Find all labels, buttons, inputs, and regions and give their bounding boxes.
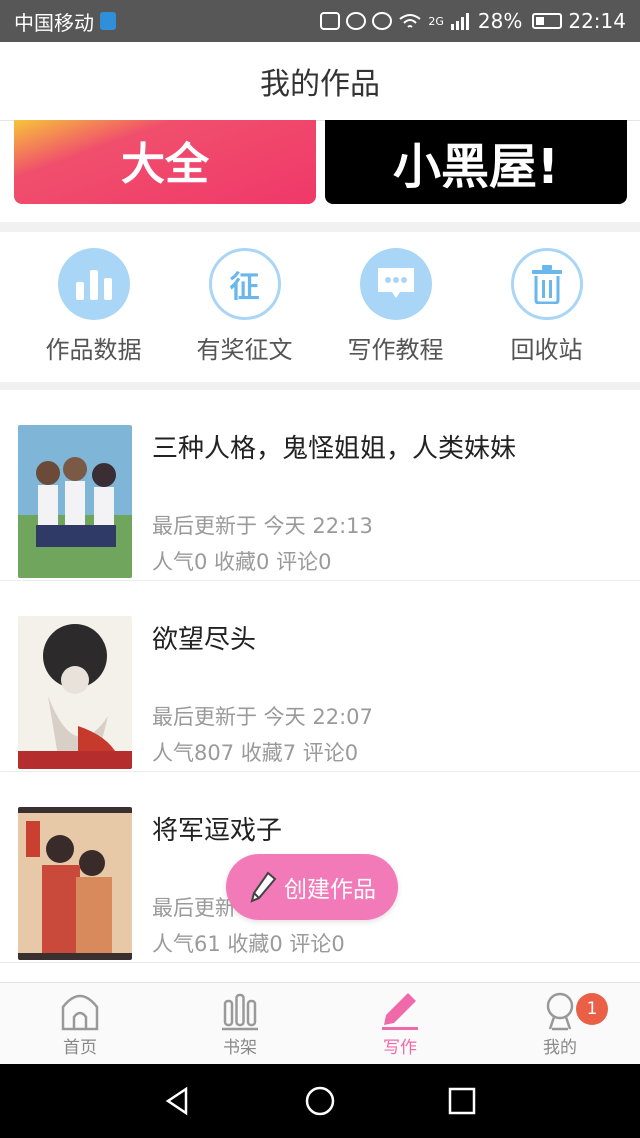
quick-action-essay-contest[interactable]: 征 有奖征文 xyxy=(169,232,320,382)
eye-icon xyxy=(372,12,393,30)
banner-right[interactable]: 小黑屋! xyxy=(325,120,627,204)
cover-image xyxy=(18,425,132,578)
tab-label: 首页 xyxy=(63,1038,97,1058)
banner-left[interactable]: 大全 xyxy=(14,120,316,204)
shield-icon xyxy=(100,12,116,30)
work-title: 将军逗戏子 xyxy=(152,816,283,846)
alarm-icon xyxy=(346,12,367,30)
notification-badge: 1 xyxy=(576,993,608,1025)
back-icon[interactable] xyxy=(162,1085,194,1117)
work-updated: 最后更新 xyxy=(152,896,236,920)
bottom-tab-bar: 首页 书架 写作 我的 1 xyxy=(0,982,640,1065)
quick-action-work-data[interactable]: 作品数据 xyxy=(18,232,169,382)
status-icons: 2G 28% 22:14 xyxy=(320,9,626,33)
profile-icon xyxy=(546,992,574,1031)
work-stats: 人气0 收藏0 评论0 xyxy=(152,550,332,574)
tab-label: 书架 xyxy=(223,1038,257,1058)
tab-bookshelf[interactable]: 书架 xyxy=(160,983,320,1065)
chat-bubble-icon xyxy=(359,248,432,320)
cover-image xyxy=(18,616,132,769)
banner-left-text: 大全 xyxy=(121,139,209,190)
essay-contest-glyph: 征 xyxy=(229,270,260,305)
list-item[interactable]: 三种人格，鬼怪姐姐，人类妹妹 最后更新于 今天 22:13 人气0 收藏0 评论… xyxy=(0,390,640,581)
home-icon xyxy=(61,994,99,1031)
home-circle-icon[interactable] xyxy=(304,1085,336,1117)
network-type: 2G xyxy=(428,14,444,28)
work-title: 三种人格，鬼怪姐姐，人类妹妹 xyxy=(152,434,517,464)
trash-icon xyxy=(510,248,583,320)
work-title: 欲望尽头 xyxy=(152,625,257,655)
pencil-icon xyxy=(250,871,277,903)
quick-action-label: 有奖征文 xyxy=(196,336,293,364)
tab-write[interactable]: 写作 xyxy=(320,983,480,1065)
system-nav-bar xyxy=(0,1064,640,1138)
work-stats: 人气807 收藏7 评论0 xyxy=(152,741,359,765)
tab-profile[interactable]: 我的 1 xyxy=(480,983,640,1065)
quick-action-label: 作品数据 xyxy=(45,336,142,364)
battery-icon xyxy=(532,13,563,29)
bookshelf-icon xyxy=(222,993,258,1031)
work-stats: 人气61 收藏0 评论0 xyxy=(152,932,345,956)
quick-actions: 作品数据 征 有奖征文 写作教程 回收站 xyxy=(0,232,640,382)
banner-right-text: 小黑屋! xyxy=(393,139,559,195)
bar-chart-icon xyxy=(57,248,130,320)
recent-apps-icon[interactable] xyxy=(446,1085,478,1117)
section-divider xyxy=(0,222,640,232)
list-item[interactable]: 欲望尽头 最后更新于 今天 22:07 人气807 收藏7 评论0 xyxy=(0,581,640,772)
status-bar: 中国移动 2G 28% 22:14 xyxy=(0,0,640,42)
work-updated: 最后更新于 今天 22:13 xyxy=(152,514,373,538)
tab-home[interactable]: 首页 xyxy=(0,983,160,1065)
carrier-name: 中国移动 xyxy=(14,10,94,35)
work-updated: 最后更新于 今天 22:07 xyxy=(152,705,373,729)
header: 我的作品 xyxy=(0,42,640,121)
cover-image xyxy=(18,807,132,960)
quick-action-label: 回收站 xyxy=(510,336,583,364)
wifi-icon xyxy=(399,14,421,28)
essay-contest-icon: 征 xyxy=(208,248,281,320)
create-work-label: 创建作品 xyxy=(284,877,376,903)
quick-action-label: 写作教程 xyxy=(347,336,444,364)
section-divider xyxy=(0,382,640,390)
tab-label: 我的 xyxy=(543,1038,577,1058)
signal-icon xyxy=(450,13,469,30)
pen-icon xyxy=(382,993,418,1030)
battery-percent: 28% xyxy=(477,9,523,33)
page-title: 我的作品 xyxy=(260,67,380,102)
vibrate-icon xyxy=(320,12,341,30)
quick-action-recycle-bin[interactable]: 回收站 xyxy=(471,232,622,382)
clock: 22:14 xyxy=(568,9,626,33)
tab-label: 写作 xyxy=(383,1038,417,1058)
quick-action-tutorial[interactable]: 写作教程 xyxy=(320,232,471,382)
create-work-button[interactable]: 创建作品 xyxy=(226,854,398,920)
